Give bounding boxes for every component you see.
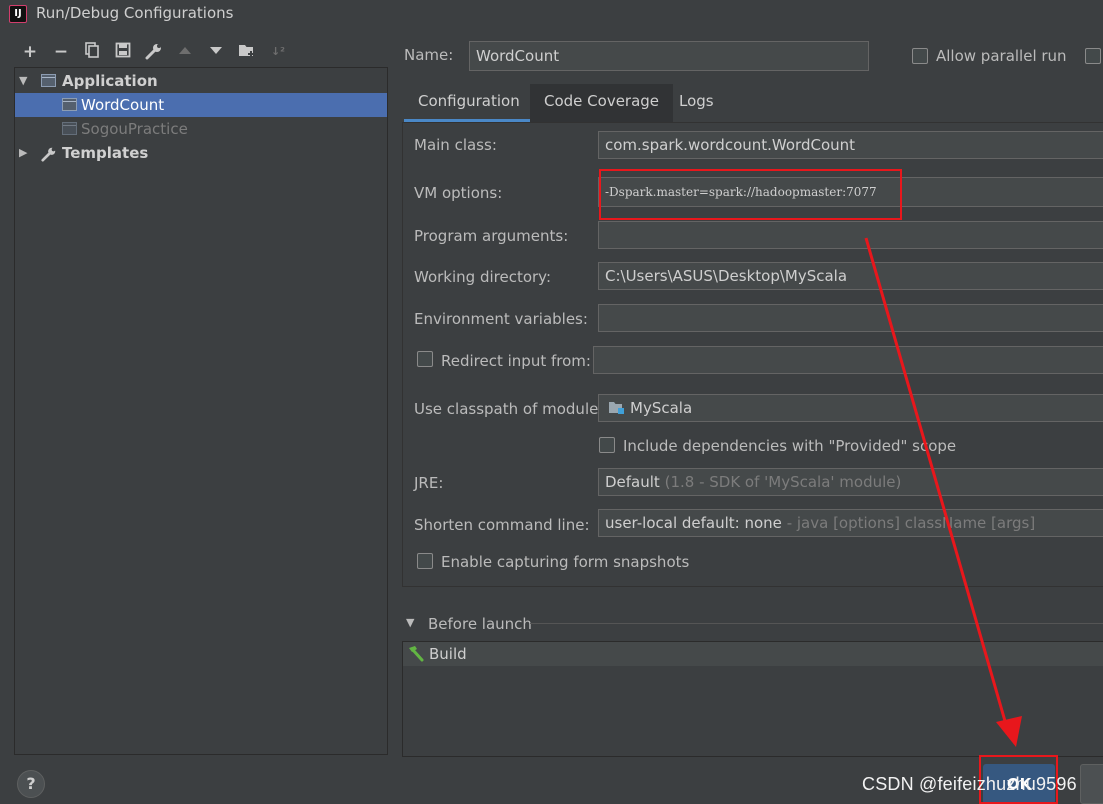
tab-configuration[interactable]: Configuration bbox=[404, 84, 534, 122]
collapsed-arrow-icon[interactable]: ▶ bbox=[19, 141, 27, 165]
program-arguments-label: Program arguments: bbox=[414, 227, 569, 245]
tree-item-label: WordCount bbox=[81, 96, 165, 114]
before-launch-item-build[interactable]: Build bbox=[403, 642, 1103, 666]
application-icon bbox=[62, 98, 77, 111]
intellij-logo-icon: IJ bbox=[9, 5, 27, 23]
watermark-text: CSDN @feifeizhuzhu9596 bbox=[862, 774, 1077, 794]
application-icon bbox=[41, 74, 56, 87]
environment-variables-input[interactable] bbox=[598, 304, 1103, 332]
allow-parallel-checkbox[interactable] bbox=[912, 48, 928, 64]
redirect-input-label: Redirect input from: bbox=[441, 352, 591, 370]
folder-add-icon[interactable] bbox=[237, 42, 257, 62]
program-arguments-input[interactable] bbox=[598, 221, 1103, 249]
tab-logs[interactable]: Logs bbox=[665, 84, 728, 122]
vm-options-highlight-box bbox=[599, 169, 902, 220]
working-directory-input[interactable]: C:\Users\ASUS\Desktop\MyScala bbox=[598, 262, 1103, 290]
allow-parallel-label: Allow parallel run bbox=[936, 47, 1067, 65]
shorten-command-value: user-local default: none bbox=[605, 514, 782, 532]
tree-item-wordcount[interactable]: WordCount bbox=[15, 93, 387, 117]
copy-icon[interactable] bbox=[82, 42, 102, 62]
classpath-module-value: MyScala bbox=[630, 399, 693, 417]
include-dependencies-checkbox[interactable] bbox=[599, 437, 615, 453]
working-directory-label: Working directory: bbox=[414, 268, 552, 286]
before-launch-label: Before launch bbox=[428, 615, 532, 633]
minus-icon[interactable]: − bbox=[51, 42, 71, 62]
wrench-icon[interactable] bbox=[144, 42, 164, 62]
jre-value: Default bbox=[605, 473, 660, 491]
before-launch-toggle-icon[interactable]: ▼ bbox=[406, 616, 414, 629]
save-icon[interactable] bbox=[113, 42, 133, 62]
tab-code-coverage[interactable]: Code Coverage bbox=[530, 84, 674, 122]
tree-item-label: Application bbox=[62, 72, 158, 90]
classpath-module-select[interactable]: MyScala bbox=[598, 394, 1103, 422]
cancel-button[interactable] bbox=[1080, 764, 1103, 804]
main-class-input[interactable]: com.spark.wordcount.WordCount bbox=[598, 131, 1103, 159]
shorten-command-label: Shorten command line: bbox=[414, 516, 590, 534]
tree-item-application[interactable]: ▼ Application bbox=[15, 69, 387, 93]
shorten-command-select[interactable]: user-local default: none - java [options… bbox=[598, 509, 1103, 537]
window-title: Run/Debug Configurations bbox=[36, 4, 234, 22]
arrow-down-icon[interactable] bbox=[206, 42, 226, 62]
plus-icon[interactable]: + bbox=[20, 42, 40, 62]
arrow-up-icon[interactable] bbox=[175, 42, 195, 62]
expanded-arrow-icon[interactable]: ▼ bbox=[19, 69, 27, 93]
sort-icon[interactable]: ↓² bbox=[268, 42, 288, 62]
configuration-tree: ▼ Application WordCount SogouPractice ▶ … bbox=[14, 67, 388, 755]
redirect-input-checkbox[interactable] bbox=[417, 351, 433, 367]
before-launch-divider bbox=[530, 623, 1103, 624]
jre-hint: (1.8 - SDK of 'MyScala' module) bbox=[664, 473, 902, 491]
capture-snapshots-label: Enable capturing form snapshots bbox=[441, 553, 690, 571]
include-dependencies-label: Include dependencies with "Provided" sco… bbox=[623, 437, 957, 455]
shorten-command-hint: - java [options] className [args] bbox=[786, 514, 1036, 532]
module-folder-icon bbox=[608, 396, 625, 422]
store-as-file-checkbox[interactable] bbox=[1085, 48, 1101, 64]
application-icon bbox=[62, 122, 77, 135]
jre-select[interactable]: Default (1.8 - SDK of 'MyScala' module) bbox=[598, 468, 1103, 496]
tree-item-label: Templates bbox=[62, 144, 149, 162]
tree-item-templates[interactable]: ▶ Templates bbox=[15, 141, 387, 165]
help-button[interactable]: ? bbox=[17, 770, 45, 798]
main-class-label: Main class: bbox=[414, 136, 497, 154]
redirect-input-field[interactable] bbox=[593, 346, 1103, 374]
environment-variables-label: Environment variables: bbox=[414, 310, 588, 328]
tree-item-label: SogouPractice bbox=[81, 120, 188, 138]
tree-item-sogoupractice[interactable]: SogouPractice bbox=[15, 117, 387, 141]
capture-snapshots-checkbox[interactable] bbox=[417, 553, 433, 569]
classpath-module-label: Use classpath of module: bbox=[414, 400, 604, 418]
wrench-icon bbox=[40, 145, 58, 169]
title-bar: IJ Run/Debug Configurations bbox=[0, 0, 1103, 28]
name-label: Name: bbox=[404, 46, 454, 64]
jre-label: JRE: bbox=[414, 474, 444, 492]
build-label: Build bbox=[429, 645, 467, 663]
name-input[interactable]: WordCount bbox=[469, 41, 869, 71]
hammer-icon bbox=[406, 644, 425, 667]
vm-options-label: VM options: bbox=[414, 184, 503, 202]
